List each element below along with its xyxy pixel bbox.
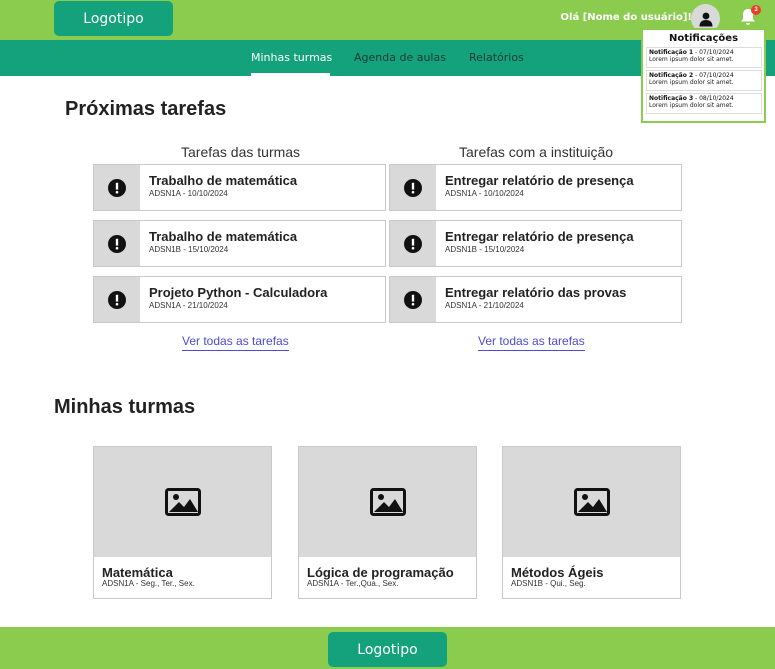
institution-tasks-title: Tarefas com a instituição — [459, 144, 614, 160]
notification-item[interactable]: Notificação 1 - 07/10/2024 Lorem ipsum d… — [646, 47, 762, 68]
class-schedule: ADSN1A - Seg., Ter., Sex. — [102, 579, 195, 588]
task-subtitle: ADSN1B - 15/10/2024 — [149, 245, 229, 254]
alert-icon — [390, 165, 436, 210]
class-schedule: ADSN1B - Qui., Seg. — [511, 579, 586, 588]
task-card[interactable]: Entregar relatório de presença ADSN1B - … — [389, 220, 682, 267]
notifications-title: Notificações — [668, 33, 739, 44]
class-card[interactable]: Métodos Ágeis ADSN1B - Qui., Seg. — [502, 446, 681, 599]
task-card[interactable]: Trabalho de matemática ADSN1B - 15/10/20… — [93, 220, 386, 267]
task-title: Entregar relatório das provas — [445, 285, 627, 300]
image-placeholder-icon — [94, 447, 271, 557]
task-subtitle: ADSN1A - 21/10/2024 — [149, 301, 228, 310]
class-title: Lógica de programação — [307, 565, 454, 580]
alert-icon — [390, 221, 436, 266]
task-subtitle: ADSN1B - 15/10/2024 — [445, 245, 525, 254]
task-title: Trabalho de matemática — [149, 229, 298, 244]
see-all-class-tasks-link[interactable]: Ver todas as tarefas — [182, 334, 289, 351]
notification-item[interactable]: Notificação 3 - 08/10/2024 Lorem ipsum d… — [646, 93, 762, 114]
nav-active-underline — [251, 73, 330, 76]
class-title: Matemática — [102, 565, 173, 580]
notification-title: Notificação 3 — [649, 95, 694, 102]
notification-date: - 07/10/2024 — [693, 49, 734, 56]
nav-item-relatorios[interactable]: Relatórios — [469, 51, 524, 64]
alert-icon — [94, 277, 140, 322]
image-placeholder-icon — [299, 447, 476, 557]
notification-text: Lorem ipsum dolor sit amet. — [649, 79, 734, 86]
upcoming-tasks-title: Próximas tarefas — [65, 98, 227, 120]
notification-title: Notificação 2 — [649, 72, 694, 79]
notification-date: - 07/10/2024 — [693, 72, 734, 79]
task-card[interactable]: Entregar relatório de presença ADSN1A - … — [389, 164, 682, 211]
class-title: Métodos Ágeis — [511, 565, 604, 580]
alert-icon — [390, 277, 436, 322]
notification-title: Notificação 1 — [649, 49, 694, 56]
notification-date: - 08/10/2024 — [693, 95, 734, 102]
task-card[interactable]: Projeto Python - Calculadora ADSN1A - 21… — [93, 276, 386, 323]
task-subtitle: ADSN1A - 21/10/2024 — [445, 301, 524, 310]
task-title: Entregar relatório de presença — [445, 229, 634, 244]
user-greeting: Olá [Nome do usuário]! — [560, 12, 692, 23]
notifications-panel: Notificações Notificação 1 - 07/10/2024 … — [641, 28, 766, 123]
notification-text: Lorem ipsum dolor sit amet. — [649, 102, 734, 109]
image-placeholder-icon — [503, 447, 680, 557]
task-title: Entregar relatório de presença — [445, 173, 634, 188]
logo-button[interactable]: Logotipo — [54, 1, 173, 36]
task-card[interactable]: Entregar relatório das provas ADSN1A - 2… — [389, 276, 682, 323]
notification-item[interactable]: Notificação 2 - 07/10/2024 Lorem ipsum d… — [646, 70, 762, 91]
alert-icon — [94, 221, 140, 266]
class-card[interactable]: Lógica de programação ADSN1A - Ter.,Qua.… — [298, 446, 477, 599]
class-schedule: ADSN1A - Ter.,Qua., Sex. — [307, 579, 399, 588]
nav-item-agenda-de-aulas[interactable]: Agenda de aulas — [354, 51, 446, 64]
alert-icon — [94, 165, 140, 210]
task-subtitle: ADSN1A - 10/10/2024 — [149, 189, 228, 198]
task-title: Trabalho de matemática — [149, 173, 298, 188]
class-tasks-title: Tarefas das turmas — [181, 144, 301, 160]
class-card[interactable]: Matemática ADSN1A - Seg., Ter., Sex. — [93, 446, 272, 599]
task-subtitle: ADSN1A - 10/10/2024 — [445, 189, 524, 198]
see-all-institution-tasks-link[interactable]: Ver todas as tarefas — [478, 334, 585, 351]
task-title: Projeto Python - Calculadora — [149, 285, 328, 300]
nav-item-minhas-turmas[interactable]: Minhas turmas — [251, 51, 332, 64]
footer-logo-button[interactable]: Logotipo — [328, 632, 447, 667]
notification-text: Lorem ipsum dolor sit amet. — [649, 56, 734, 63]
my-classes-title: Minhas turmas — [54, 396, 196, 418]
notification-count-badge: 3 — [751, 5, 761, 15]
task-card[interactable]: Trabalho de matemática ADSN1A - 10/10/20… — [93, 164, 386, 211]
